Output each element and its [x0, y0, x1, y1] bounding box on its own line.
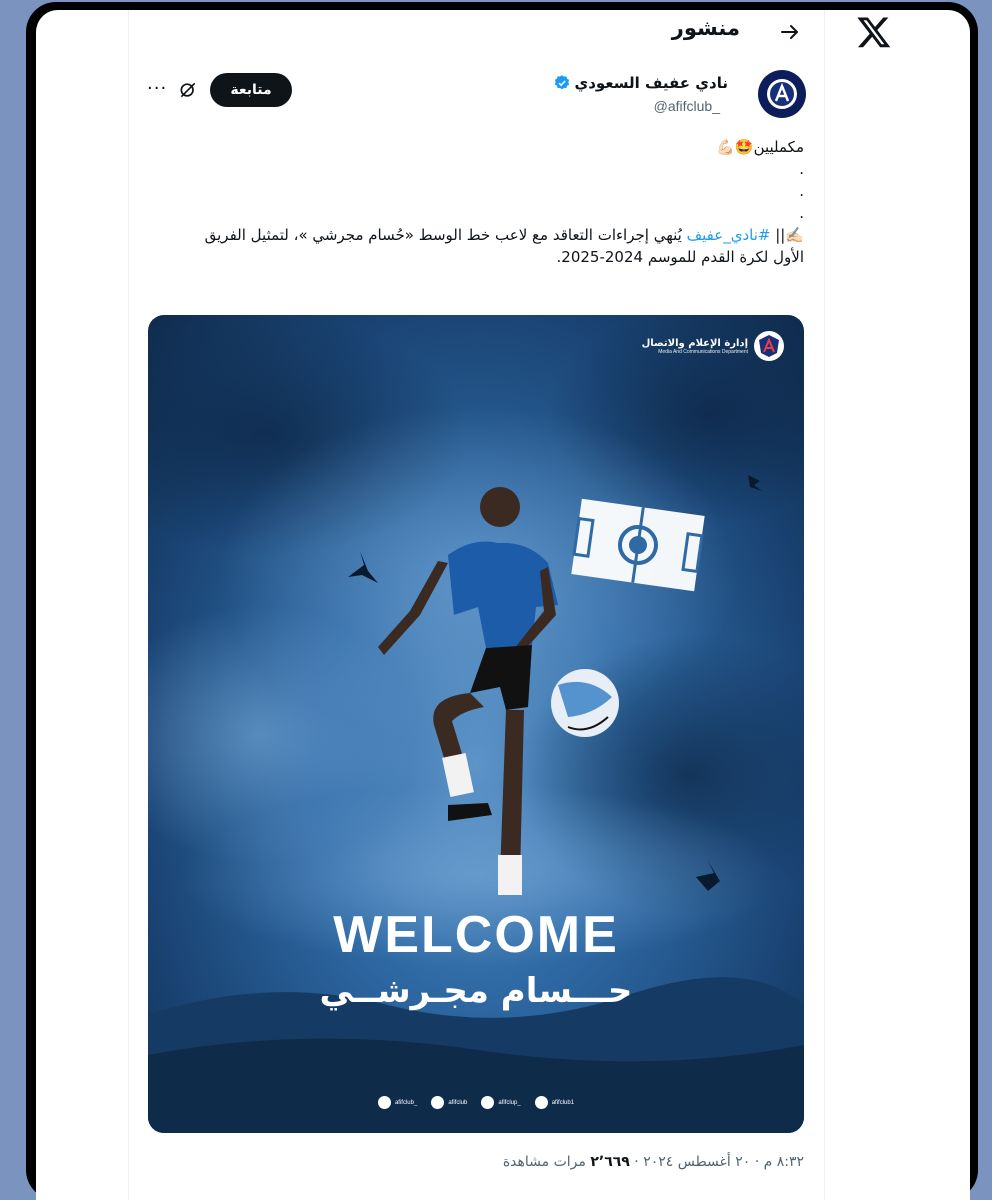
dept-logo-icon — [754, 331, 784, 361]
tweet-line-last: الأول لكرة القدم للموسم 2024-2025. — [556, 248, 805, 266]
author-handle[interactable]: @afifclub_ — [654, 98, 720, 114]
views-count: ٢٬٦٦٩ — [590, 1154, 630, 1170]
dept-arabic-name: إدارة الإعلام والاتصال — [641, 337, 748, 349]
club-logo-icon — [767, 79, 797, 109]
social-x: afifclub — [431, 1096, 467, 1109]
tweet-body: يُنهي إجراءات التعاقد مع لاعب خط الوسط «… — [204, 226, 687, 244]
social-tiktok-label: afifclup_ — [498, 1099, 521, 1106]
social-x-label: afifclub — [448, 1099, 468, 1106]
snapchat-icon — [534, 1096, 548, 1109]
tweet-prefix: ✍🏻|| — [770, 226, 804, 244]
hashtag-link[interactable]: #نادي_عفيف — [687, 226, 771, 244]
social-snapchat: afifclub1 — [534, 1096, 575, 1109]
player-name: حـــسام مجـرشــي — [319, 971, 633, 1011]
social-instagram: afifclub_ — [377, 1096, 418, 1109]
social-tiktok: afifclup_ — [481, 1096, 521, 1109]
author-name-text[interactable]: نادي عفيف السعودي — [574, 74, 728, 92]
tweet-dot-2: . — [799, 182, 804, 200]
column-divider-left — [128, 10, 129, 1200]
tweet-dot-3: . — [799, 204, 804, 222]
column-divider-right — [824, 10, 825, 1200]
more-icon[interactable]: ··· — [147, 78, 167, 99]
x-small-icon — [431, 1096, 445, 1109]
grok-icon[interactable] — [178, 80, 198, 100]
tweet-line-main: ✍🏻|| #نادي_عفيف يُنهي إجراءات التعاقد مع… — [144, 224, 804, 246]
social-snapchat-label: afifclub1 — [551, 1099, 575, 1106]
media-department-badge: إدارة الإعلام والاتصال Media And Communi… — [642, 331, 784, 361]
tweet-dot-1: . — [799, 160, 804, 178]
author-name[interactable]: نادي عفيف السعودي — [553, 74, 728, 92]
views-label: مرات مشاهدة — [502, 1154, 591, 1170]
tweet-timestamp[interactable]: ٨:٣٢ م · ٢٠ أغسطس ٢٠٢٤ · ٢٬٦٦٩ مرات مشاه… — [503, 1154, 804, 1170]
dept-english-name: Media And Communications Department — [658, 348, 748, 355]
tweet-text: مكمليين🤩💪🏻 . . . ✍🏻|| #نادي_عفيف يُنهي إ… — [144, 136, 804, 268]
tweet-line-1: مكمليين🤩💪🏻 — [716, 138, 804, 156]
page-title: منشور — [671, 16, 740, 40]
timestamp-date[interactable]: ٨:٣٢ م · ٢٠ أغسطس ٢٠٢٤ · — [630, 1154, 804, 1170]
tweet-media-image[interactable]: إدارة الإعلام والاتصال Media And Communi… — [148, 315, 804, 1133]
welcome-heading: WELCOME — [333, 906, 619, 964]
instagram-icon — [377, 1096, 391, 1109]
social-handles: afifclub_ afifclub afifclup_ afifclub1 — [148, 1096, 804, 1109]
tiktok-icon — [481, 1096, 495, 1109]
avatar[interactable] — [758, 70, 806, 118]
verified-badge-icon — [555, 75, 570, 90]
x-logo-icon[interactable] — [856, 14, 892, 50]
follow-button[interactable]: متابعة — [210, 73, 292, 107]
social-instagram-label: afifclub_ — [394, 1099, 418, 1106]
back-arrow-icon[interactable] — [778, 20, 802, 44]
